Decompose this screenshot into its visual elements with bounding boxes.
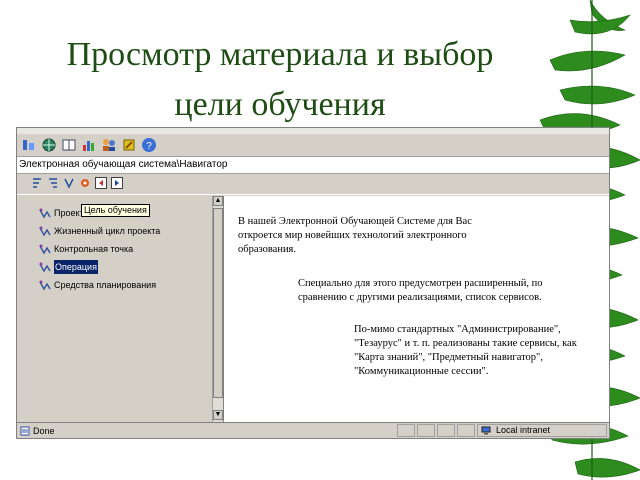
status-cell bbox=[437, 424, 455, 437]
slide-title: Просмотр материала и выбор цели обучения bbox=[0, 30, 560, 130]
back-icon[interactable] bbox=[95, 177, 107, 189]
node-icon bbox=[39, 280, 51, 291]
tree-item-label: Средства планирования bbox=[54, 280, 157, 290]
tree-icon-1[interactable] bbox=[31, 177, 43, 189]
status-cell bbox=[417, 424, 435, 437]
content-paragraph-3: По-мимо стандартных "Администрирование",… bbox=[354, 324, 577, 377]
tree-item-label: Операция bbox=[54, 260, 98, 274]
tooltip: Цель обучения bbox=[81, 204, 150, 217]
tree-icon-2[interactable] bbox=[47, 177, 59, 189]
content-pane: В нашей Электронной Обучающей Системе дл… bbox=[223, 196, 609, 422]
slide-title-line1: Просмотр материала и выбор bbox=[66, 36, 494, 73]
status-cell bbox=[457, 424, 475, 437]
zone-text: Local intranet bbox=[496, 425, 551, 435]
computer-icon bbox=[481, 426, 491, 435]
page-icon bbox=[20, 426, 30, 436]
status-bar: Done Local intranet bbox=[17, 422, 609, 438]
module-icon[interactable] bbox=[21, 137, 37, 153]
scroll-up-icon[interactable]: ▲ bbox=[213, 196, 223, 206]
slide-title-line2: цели обучения bbox=[174, 86, 386, 123]
chart-icon[interactable] bbox=[81, 137, 97, 153]
app-window: ? Электронная обучающая система\Навигато… bbox=[16, 127, 610, 439]
status-text: Done bbox=[33, 426, 55, 436]
node-icon bbox=[39, 244, 51, 255]
path-bar: Электронная обучающая система\Навигатор bbox=[17, 157, 609, 174]
navigator-tree: Проект Цель обучения Жизненный цикл прое… bbox=[17, 196, 213, 422]
scroll-down-icon[interactable]: ▼ bbox=[213, 410, 223, 420]
node-icon bbox=[39, 262, 51, 273]
help-icon[interactable]: ? bbox=[141, 137, 157, 153]
tree-scrollbar[interactable]: ▲ ▼ bbox=[212, 196, 223, 422]
tree-item-label: Контрольная точка bbox=[54, 244, 134, 254]
zone-cell: Local intranet bbox=[477, 424, 607, 437]
node-icon bbox=[39, 226, 51, 237]
scroll-thumb[interactable] bbox=[213, 208, 223, 398]
tree-icon-3[interactable] bbox=[63, 177, 75, 189]
target-icon[interactable] bbox=[79, 177, 91, 189]
tools-icon[interactable] bbox=[121, 137, 137, 153]
navigator-toolbar bbox=[17, 174, 609, 195]
forward-icon[interactable] bbox=[111, 177, 123, 189]
svg-text:?: ? bbox=[146, 141, 152, 152]
tree-item-label: Жизненный цикл проекта bbox=[54, 226, 161, 236]
users-icon[interactable] bbox=[101, 137, 117, 153]
status-cell bbox=[397, 424, 415, 437]
globe-icon[interactable] bbox=[41, 137, 57, 153]
book-icon[interactable] bbox=[61, 137, 77, 153]
tree-item-label: Проект bbox=[54, 208, 84, 218]
content-paragraph-2: Специально для этого предусмотрен расшир… bbox=[298, 278, 543, 303]
main-toolbar: ? bbox=[17, 134, 609, 157]
content-paragraph-1: В нашей Электронной Обучающей Системе дл… bbox=[238, 216, 472, 255]
node-icon bbox=[39, 208, 51, 219]
